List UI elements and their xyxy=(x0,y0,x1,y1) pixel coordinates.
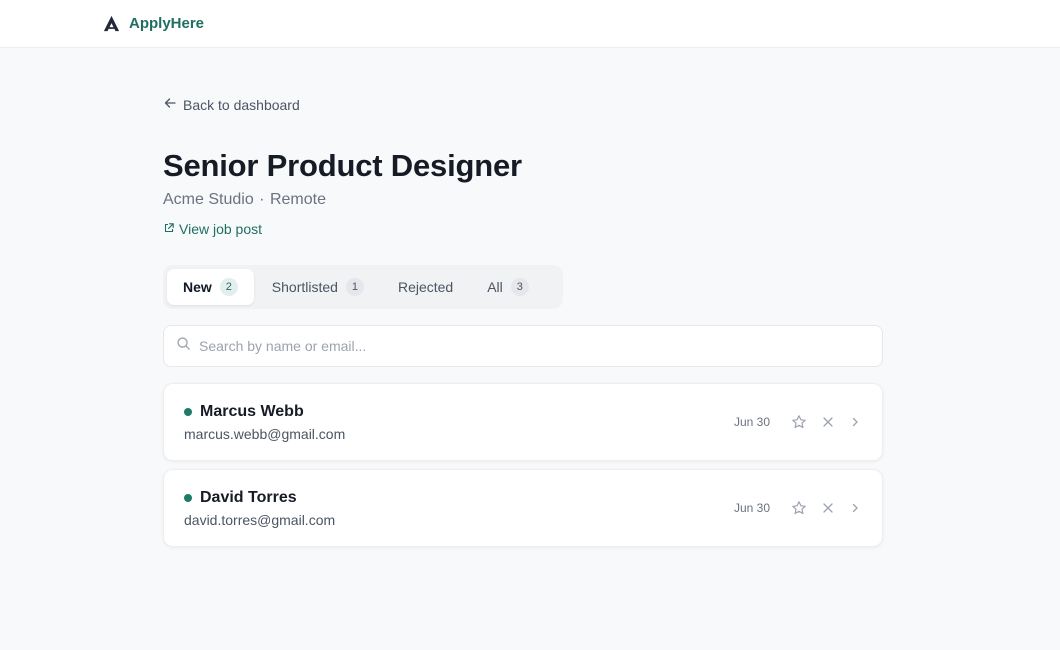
candidate-actions: Jun 30 xyxy=(734,470,862,546)
tab-count-badge: 1 xyxy=(345,278,364,296)
tab-rejected[interactable]: Rejected xyxy=(382,269,469,305)
view-job-post-link[interactable]: View job post xyxy=(163,221,262,237)
candidate-name-row: Marcus Webb xyxy=(184,403,304,421)
chevron-right-icon[interactable] xyxy=(848,410,862,434)
candidate-status-tabs: New 2 Shortlisted 1 Rejected All 3 xyxy=(163,265,563,309)
arrow-left-icon xyxy=(163,96,177,113)
candidate-email: david.torres@gmail.com xyxy=(184,512,336,528)
search-input[interactable] xyxy=(199,338,859,354)
job-title: Senior Product Designer xyxy=(163,148,522,183)
job-location: Remote xyxy=(269,191,326,208)
back-link-label: Back to dashboard xyxy=(183,96,300,113)
tab-count-badge: 2 xyxy=(219,278,238,296)
tab-count-badge: 3 xyxy=(510,278,529,296)
external-link-icon xyxy=(163,221,175,237)
back-to-dashboard-link[interactable]: Back to dashboard xyxy=(163,96,300,113)
brand-name: ApplyHere xyxy=(129,15,205,32)
shortlist-star-icon[interactable] xyxy=(787,410,811,434)
tab-label: Shortlisted xyxy=(271,279,338,295)
search-icon xyxy=(176,336,191,356)
job-meta: Acme Studio · Remote xyxy=(163,191,326,209)
tab-all[interactable]: All 3 xyxy=(471,269,545,305)
reject-close-icon[interactable] xyxy=(816,410,840,434)
tab-new[interactable]: New 2 xyxy=(167,269,254,305)
reject-close-icon[interactable] xyxy=(816,496,840,520)
candidate-card[interactable]: David Torres david.torres@gmail.com Jun … xyxy=(163,469,883,547)
applied-date: Jun 30 xyxy=(733,415,770,429)
tab-label: Rejected xyxy=(397,279,454,295)
tab-shortlisted[interactable]: Shortlisted 1 xyxy=(256,269,380,305)
tab-label: New xyxy=(183,279,212,295)
chevron-right-icon[interactable] xyxy=(848,496,862,520)
candidate-name: Marcus Webb xyxy=(200,403,304,420)
meta-separator: · xyxy=(259,191,265,208)
shortlist-star-icon[interactable] xyxy=(787,496,811,520)
candidate-email: marcus.webb@gmail.com xyxy=(184,426,346,442)
apply-here-logo-icon xyxy=(102,14,121,33)
candidate-name-row: David Torres xyxy=(184,489,297,507)
unread-dot-icon xyxy=(184,408,192,416)
candidate-card[interactable]: Marcus Webb marcus.webb@gmail.com Jun 30 xyxy=(163,383,883,461)
applied-date: Jun 30 xyxy=(733,501,770,515)
tab-label: All xyxy=(487,279,503,295)
view-job-post-label: View job post xyxy=(179,221,263,237)
unread-dot-icon xyxy=(184,494,192,502)
candidate-name: David Torres xyxy=(200,489,297,506)
candidate-actions: Jun 30 xyxy=(734,384,862,460)
company-name: Acme Studio xyxy=(163,191,254,208)
top-bar: ApplyHere xyxy=(0,0,1060,48)
brand-logo[interactable]: ApplyHere xyxy=(102,14,204,33)
candidate-search xyxy=(163,325,883,367)
